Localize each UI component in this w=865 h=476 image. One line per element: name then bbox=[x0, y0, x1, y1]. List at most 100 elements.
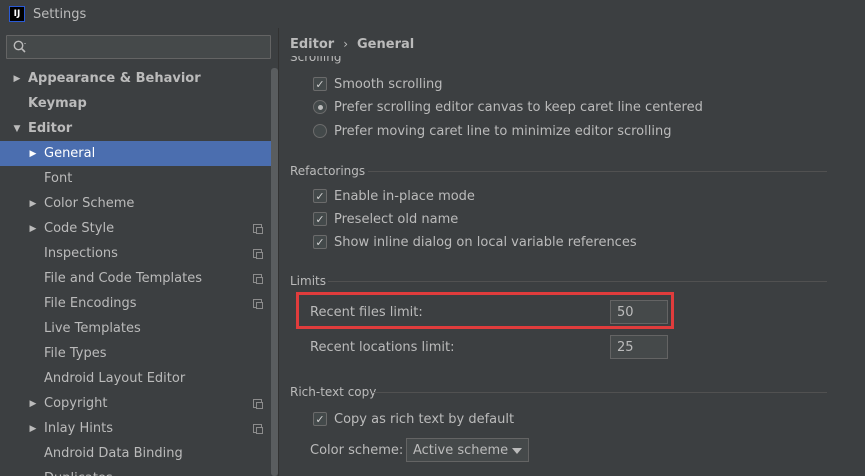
general-settings-content: Scrolling ✓ Smooth scrolling Prefer scro… bbox=[280, 56, 865, 476]
arrow-spacer bbox=[28, 324, 38, 334]
breadcrumb-current: General bbox=[357, 36, 415, 52]
sidebar-item-general[interactable]: ▶ General bbox=[0, 141, 278, 166]
expand-arrow-icon[interactable]: ▶ bbox=[12, 74, 22, 84]
settings-sidebar: ▶ Appearance & Behavior Keymap ▼ Editor ▶ Gene… bbox=[0, 28, 279, 476]
breadcrumb-parent[interactable]: Editor bbox=[290, 37, 334, 52]
copy-rich-checkbox[interactable]: ✓ bbox=[313, 412, 327, 426]
arrow-spacer bbox=[28, 299, 38, 309]
sidebar-item-label: Keymap bbox=[28, 96, 87, 111]
expand-arrow-icon[interactable]: ▶ bbox=[28, 199, 38, 209]
section-title-scrolling: Scrolling bbox=[290, 56, 342, 64]
smooth-scrolling-checkbox[interactable]: ✓ bbox=[313, 77, 327, 91]
recent-locations-label: Recent locations limit: bbox=[310, 339, 455, 355]
section-divider bbox=[372, 392, 827, 393]
arrow-spacer bbox=[28, 349, 38, 359]
sidebar-item-android-layout-editor[interactable]: Android Layout Editor bbox=[0, 366, 278, 391]
inline-dialog-option[interactable]: ✓ Show inline dialog on local variable r… bbox=[313, 233, 637, 251]
project-level-icon bbox=[253, 249, 263, 259]
expand-arrow-icon[interactable]: ▶ bbox=[28, 224, 38, 234]
sidebar-item-code-style[interactable]: ▶ Code Style bbox=[0, 216, 278, 241]
sidebar-item-keymap[interactable]: Keymap bbox=[0, 91, 278, 116]
copy-rich-label: Copy as rich text by default bbox=[334, 411, 515, 427]
smooth-scrolling-label: Smooth scrolling bbox=[334, 76, 443, 92]
preselect-checkbox[interactable]: ✓ bbox=[313, 212, 327, 226]
preselect-option[interactable]: ✓ Preselect old name bbox=[313, 210, 458, 228]
in-place-checkbox[interactable]: ✓ bbox=[313, 189, 327, 203]
sidebar-item-label: Inspections bbox=[44, 246, 118, 261]
arrow-spacer bbox=[28, 374, 38, 384]
sidebar-scrollbar[interactable] bbox=[271, 68, 278, 476]
sidebar-item-live-templates[interactable]: Live Templates bbox=[0, 316, 278, 341]
sidebar-item-label: Android Layout Editor bbox=[44, 371, 186, 386]
expand-arrow-icon[interactable]: ▶ bbox=[28, 399, 38, 409]
search-icon bbox=[13, 40, 26, 53]
breadcrumb: Editor › General bbox=[290, 35, 414, 53]
sidebar-item-label: File Encodings bbox=[44, 296, 137, 311]
sidebar-item-label: Live Templates bbox=[44, 321, 141, 336]
sidebar-item-label: Editor bbox=[28, 121, 73, 136]
recent-locations-row: Recent locations limit: bbox=[310, 336, 455, 358]
smooth-scrolling-option[interactable]: ✓ Smooth scrolling bbox=[313, 75, 443, 93]
arrow-spacer bbox=[12, 99, 22, 109]
sidebar-item-file-types[interactable]: File Types bbox=[0, 341, 278, 366]
prefer-caret-radio[interactable] bbox=[313, 124, 327, 138]
prefer-canvas-radio[interactable] bbox=[313, 100, 327, 114]
section-divider bbox=[368, 171, 827, 172]
section-divider bbox=[328, 281, 827, 282]
sidebar-item-label: Font bbox=[44, 171, 73, 186]
prefer-caret-option[interactable]: Prefer moving caret line to minimize edi… bbox=[313, 122, 671, 140]
search-input[interactable] bbox=[31, 38, 267, 56]
project-level-icon bbox=[253, 299, 263, 309]
prefer-canvas-label: Prefer scrolling editor canvas to keep c… bbox=[334, 99, 703, 115]
sidebar-item-label: Appearance & Behavior bbox=[28, 71, 201, 86]
sidebar-item-label: File Types bbox=[44, 346, 107, 361]
project-level-icon bbox=[253, 399, 263, 409]
arrow-spacer bbox=[28, 249, 38, 259]
sidebar-item-color-scheme[interactable]: ▶ Color Scheme bbox=[0, 191, 278, 216]
preselect-label: Preselect old name bbox=[334, 211, 459, 227]
section-title-rich-text: Rich-text copy bbox=[290, 385, 377, 399]
highlight-annotation bbox=[296, 292, 674, 329]
project-level-icon bbox=[253, 274, 263, 284]
prefer-canvas-option[interactable]: Prefer scrolling editor canvas to keep c… bbox=[313, 98, 703, 116]
sidebar-item-label: File and Code Templates bbox=[44, 271, 202, 286]
sidebar-item-inspections[interactable]: Inspections bbox=[0, 241, 278, 266]
inline-dialog-checkbox[interactable]: ✓ bbox=[313, 235, 327, 249]
copy-rich-option[interactable]: ✓ Copy as rich text by default bbox=[313, 410, 514, 428]
sidebar-item-file-and-code-templates[interactable]: File and Code Templates bbox=[0, 266, 278, 291]
sidebar-item-font[interactable]: Font bbox=[0, 166, 278, 191]
sidebar-item-appearance-behavior[interactable]: ▶ Appearance & Behavior bbox=[0, 66, 278, 91]
chevron-down-icon bbox=[512, 448, 522, 454]
expand-arrow-icon[interactable]: ▶ bbox=[28, 424, 38, 434]
sidebar-item-android-data-binding[interactable]: Android Data Binding bbox=[0, 441, 278, 466]
sidebar-item-file-encodings[interactable]: File Encodings bbox=[0, 291, 278, 316]
sidebar-item-label: Duplicates bbox=[44, 471, 113, 476]
project-level-icon bbox=[253, 224, 263, 234]
sidebar-item-inlay-hints[interactable]: ▶ Inlay Hints bbox=[0, 416, 278, 441]
prefer-caret-label: Prefer moving caret line to minimize edi… bbox=[334, 123, 672, 139]
recent-locations-input[interactable] bbox=[610, 335, 668, 359]
arrow-spacer bbox=[28, 449, 38, 459]
expand-arrow-icon[interactable]: ▶ bbox=[28, 149, 38, 159]
arrow-spacer bbox=[28, 274, 38, 284]
section-title-limits: Limits bbox=[290, 274, 326, 288]
color-scheme-value: Active scheme bbox=[413, 442, 509, 458]
title-bar: IJ Settings bbox=[0, 0, 865, 28]
inline-dialog-label: Show inline dialog on local variable ref… bbox=[334, 234, 637, 250]
color-scheme-label: Color scheme: bbox=[310, 442, 404, 458]
search-box[interactable] bbox=[6, 35, 271, 59]
sidebar-item-label: Color Scheme bbox=[44, 196, 135, 211]
collapse-arrow-icon[interactable]: ▼ bbox=[12, 124, 22, 134]
project-level-icon bbox=[253, 424, 263, 434]
sidebar-item-editor[interactable]: ▼ Editor bbox=[0, 116, 278, 141]
color-scheme-select[interactable]: Active scheme bbox=[406, 438, 529, 462]
settings-main-panel: Editor › General Scrolling ✓ Smooth scro… bbox=[280, 28, 865, 476]
settings-tree: ▶ Appearance & Behavior Keymap ▼ Editor ▶ Gene… bbox=[0, 66, 278, 476]
arrow-spacer bbox=[28, 174, 38, 184]
in-place-option[interactable]: ✓ Enable in-place mode bbox=[313, 187, 475, 205]
sidebar-item-duplicates[interactable]: Duplicates bbox=[0, 466, 278, 476]
color-scheme-row: Color scheme: bbox=[310, 439, 403, 461]
sidebar-item-copyright[interactable]: ▶ Copyright bbox=[0, 391, 278, 416]
in-place-label: Enable in-place mode bbox=[334, 188, 475, 204]
sidebar-item-label: Copyright bbox=[44, 396, 108, 411]
